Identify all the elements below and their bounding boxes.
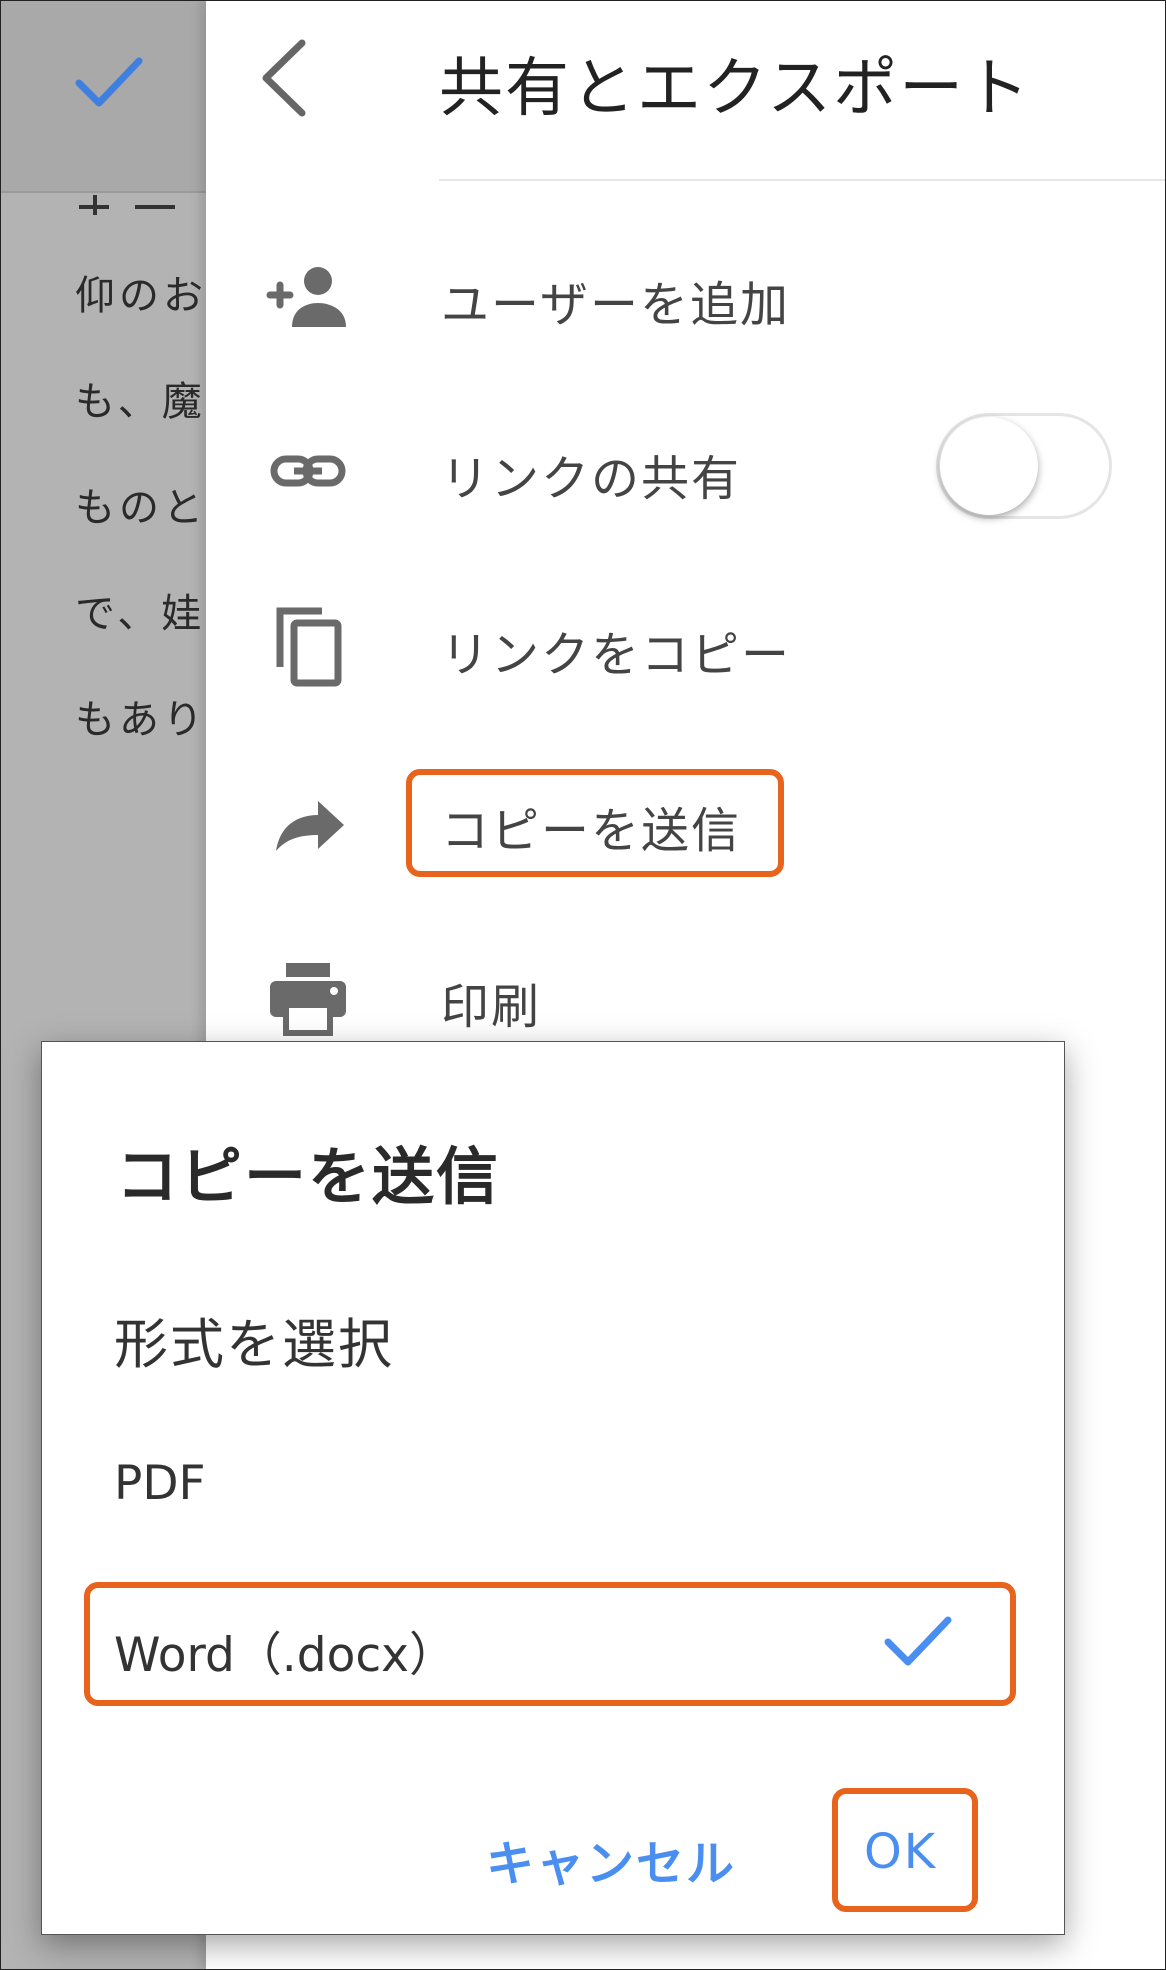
send-copy-dialog: コピーを送信 形式を選択 PDF Word（.docx） キャンセル OK xyxy=(41,1041,1065,1935)
copy-icon xyxy=(276,607,342,687)
document-text-line: で、娃 xyxy=(75,591,206,637)
format-option-pdf[interactable]: PDF xyxy=(114,1456,206,1511)
dialog-title: コピーを送信 xyxy=(116,1140,501,1213)
document-text-line: ものと xyxy=(75,485,206,531)
highlight-ok-button xyxy=(832,1788,978,1912)
highlight-word-option xyxy=(84,1582,1016,1706)
dialog-subtitle: 形式を選択 xyxy=(114,1313,394,1376)
menu-item-label: リンクの共有 xyxy=(441,451,742,507)
link-sharing-toggle[interactable] xyxy=(936,413,1112,519)
toggle-knob xyxy=(940,417,1038,515)
cancel-button[interactable]: キャンセル xyxy=(486,1824,736,1894)
document-toolbar xyxy=(1,1,206,193)
divider xyxy=(439,179,1165,181)
document-text-line: 仰のお xyxy=(75,273,206,319)
panel-title: 共有とエクスポート xyxy=(439,52,1032,126)
screen: 仰のお も、魔 ものと で、娃 もあり 共有とエクスポート ユーザーを追加 リン… xyxy=(0,0,1166,1970)
document-text-line xyxy=(75,181,205,227)
menu-item-print[interactable]: 印刷 xyxy=(206,943,1165,1053)
menu-item-add-user[interactable]: ユーザーを追加 xyxy=(206,241,1165,351)
document-text-line: もあり xyxy=(75,697,206,743)
link-icon xyxy=(270,455,346,487)
printer-icon xyxy=(270,963,346,1036)
menu-item-label: 印刷 xyxy=(441,979,542,1035)
add-person-icon xyxy=(266,267,346,327)
highlight-send-copy xyxy=(406,769,784,877)
menu-item-copy-link[interactable]: リンクをコピー xyxy=(206,591,1165,701)
back-chevron-icon[interactable] xyxy=(250,35,322,121)
forward-arrow-icon xyxy=(276,801,344,851)
menu-item-label: ユーザーを追加 xyxy=(441,277,791,333)
done-check-icon[interactable] xyxy=(73,53,145,113)
menu-item-label: リンクをコピー xyxy=(441,627,792,683)
document-text-line: も、魔 xyxy=(75,379,206,425)
